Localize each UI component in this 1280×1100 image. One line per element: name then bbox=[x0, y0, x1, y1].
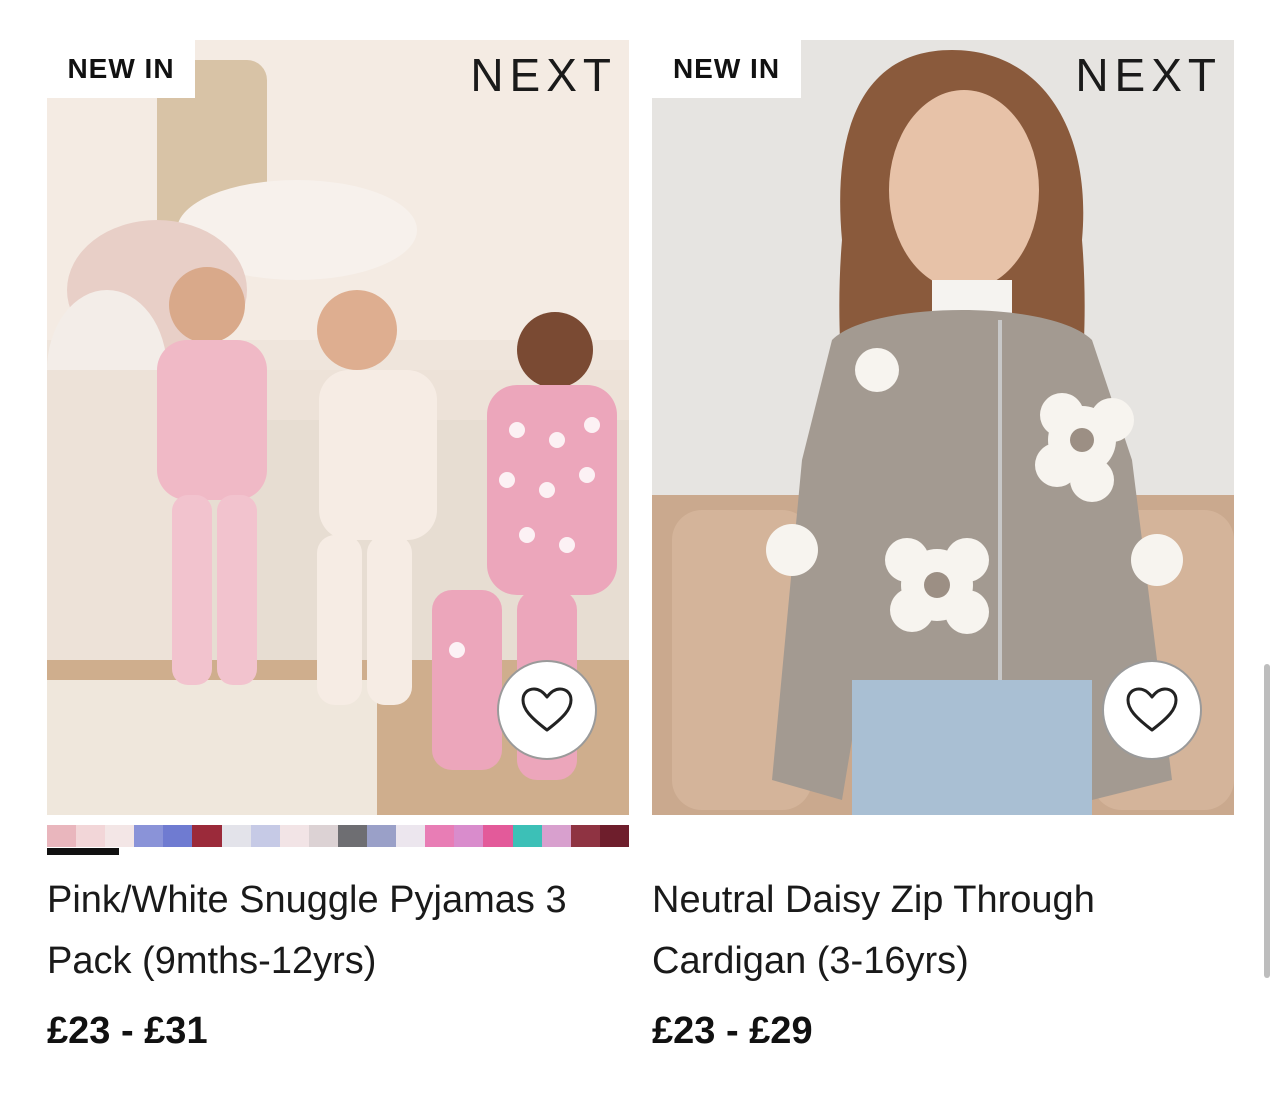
product-image[interactable]: NEW IN NEXT bbox=[652, 40, 1234, 815]
brand-logo: NEXT bbox=[470, 49, 617, 101]
colour-swatch[interactable] bbox=[396, 825, 426, 847]
colour-swatch[interactable] bbox=[337, 825, 368, 847]
colour-swatch[interactable] bbox=[483, 825, 513, 847]
selected-swatch-indicator bbox=[47, 848, 119, 855]
colour-swatch[interactable] bbox=[454, 825, 484, 847]
product-price: £23 - £29 bbox=[652, 1010, 813, 1052]
product-card[interactable]: NEW IN NEXT Neutral Daisy Zip Through Ca… bbox=[652, 40, 1234, 1052]
product-card[interactable]: NEW IN NEXT Pink/White Snuggle Pyjamas 3… bbox=[47, 40, 629, 1052]
colour-swatch[interactable] bbox=[192, 825, 222, 847]
colour-swatch[interactable] bbox=[367, 825, 397, 847]
colour-swatch[interactable] bbox=[47, 825, 77, 847]
wishlist-button[interactable] bbox=[497, 660, 597, 760]
colour-swatches[interactable] bbox=[47, 825, 629, 847]
brand-logo: NEXT bbox=[1075, 49, 1222, 101]
colour-swatch[interactable] bbox=[250, 825, 280, 847]
colour-swatch[interactable] bbox=[279, 825, 309, 847]
colour-swatch[interactable] bbox=[570, 825, 600, 847]
colour-swatch[interactable] bbox=[105, 825, 135, 847]
colour-swatch[interactable] bbox=[221, 825, 251, 847]
colour-swatch[interactable] bbox=[76, 825, 106, 847]
new-in-badge: NEW IN bbox=[652, 40, 801, 98]
product-title[interactable]: Neutral Daisy Zip Through Cardigan (3-16… bbox=[652, 870, 1232, 992]
colour-swatch[interactable] bbox=[512, 825, 542, 847]
colour-swatch[interactable] bbox=[134, 825, 164, 847]
colour-swatch[interactable] bbox=[163, 825, 193, 847]
product-image[interactable]: NEW IN NEXT bbox=[47, 40, 629, 815]
scrollbar[interactable] bbox=[1264, 664, 1270, 978]
heart-outline-icon bbox=[521, 687, 573, 732]
colour-swatch[interactable] bbox=[599, 825, 629, 847]
new-in-badge: NEW IN bbox=[47, 40, 195, 98]
product-price: £23 - £31 bbox=[47, 1010, 208, 1052]
colour-swatch[interactable] bbox=[308, 825, 338, 847]
product-title[interactable]: Pink/White Snuggle Pyjamas 3 Pack (9mths… bbox=[47, 870, 627, 992]
heart-outline-icon bbox=[1126, 687, 1178, 732]
colour-swatch[interactable] bbox=[425, 825, 455, 847]
colour-swatch[interactable] bbox=[541, 825, 571, 847]
wishlist-button[interactable] bbox=[1102, 660, 1202, 760]
